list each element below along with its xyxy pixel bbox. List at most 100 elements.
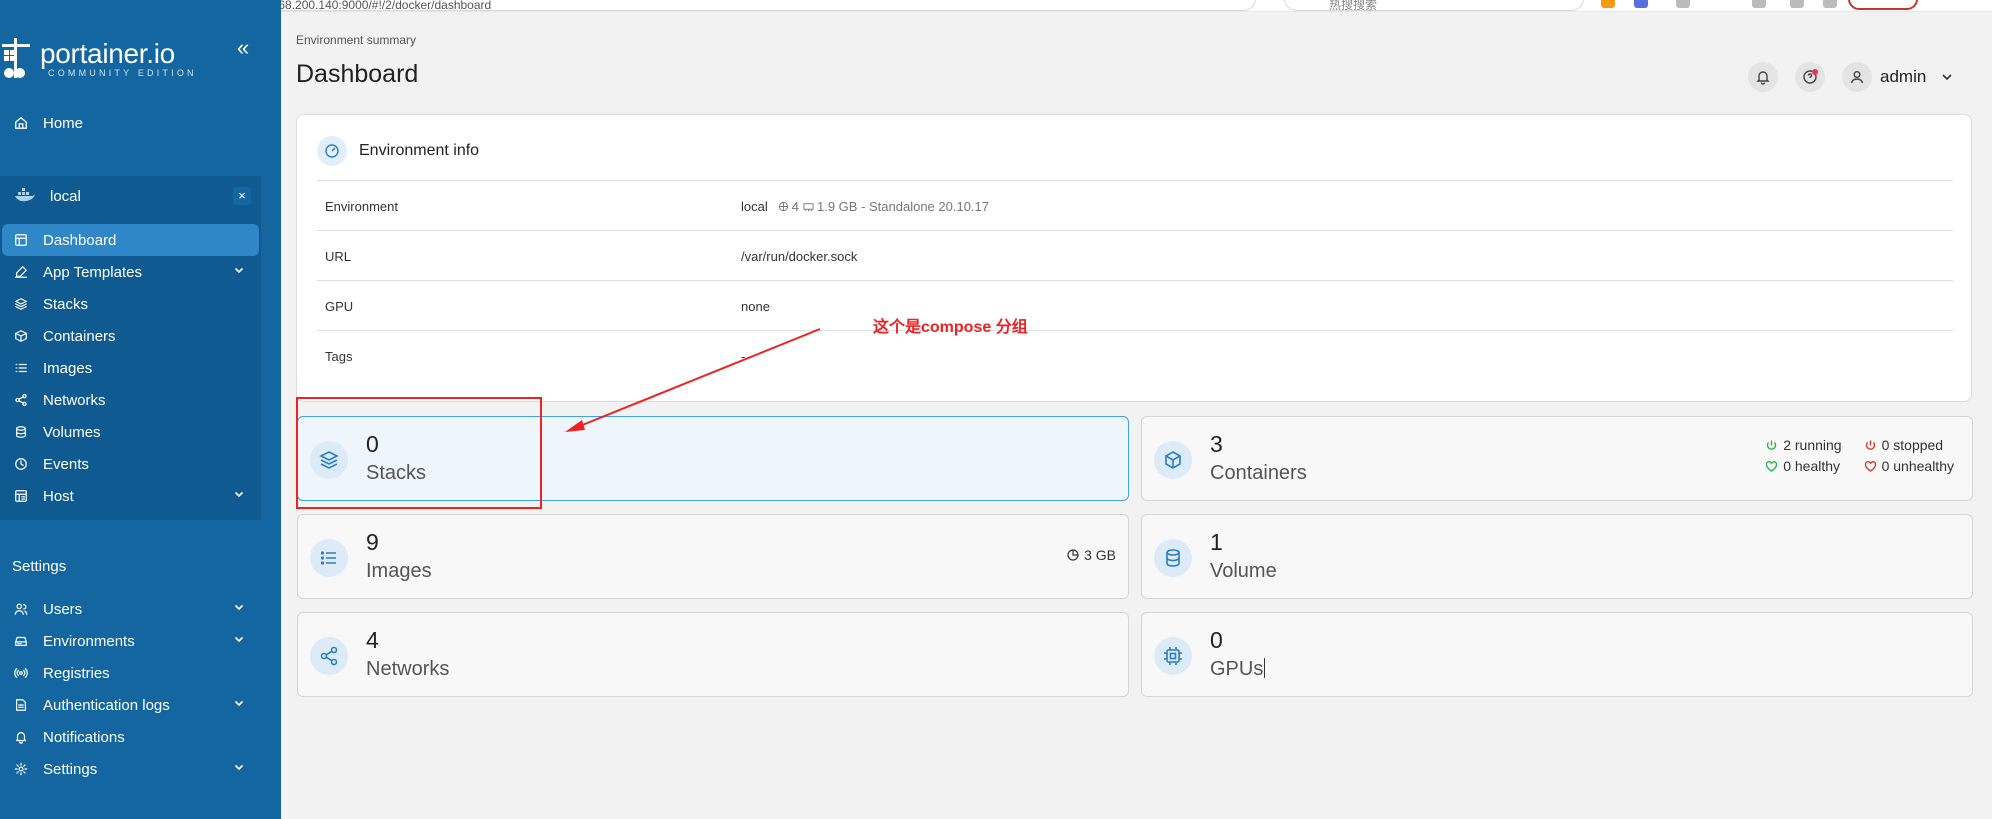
- environment-name: local: [50, 187, 81, 205]
- sidebar: portainer.io COMMUNITY EDITION « Home lo…: [0, 0, 281, 819]
- table-row: Tags -: [317, 330, 1953, 380]
- cpu-count: 4: [791, 199, 799, 214]
- sidebar-item-label: Stacks: [43, 295, 89, 313]
- page-title: Dashboard: [296, 60, 419, 88]
- docker-icon: [15, 188, 35, 202]
- sidebar-item-label: Images: [43, 359, 93, 377]
- list-icon: [310, 539, 348, 577]
- annotation-highlight-box: [296, 397, 542, 509]
- sidebar-item-stacks[interactable]: Stacks: [0, 288, 261, 320]
- browser-toolbar: 不安全 192.168.200.140:9000/#!/2/docker/das…: [0, 0, 1992, 12]
- row-value: local 4 1.9 GB - Standalone 20.10.17: [741, 199, 989, 214]
- running-text: 2 running: [1783, 437, 1842, 453]
- panel-title-text: Environment info: [359, 142, 480, 159]
- environments-icon: [15, 636, 27, 646]
- share-icon: [15, 393, 27, 407]
- images-count: 9: [366, 529, 379, 555]
- sidebar-item-label: Containers: [43, 327, 116, 345]
- memory-icon: [803, 203, 814, 212]
- sidebar-item-registries[interactable]: Registries: [0, 657, 261, 689]
- chevron-down-icon[interactable]: [233, 264, 245, 276]
- sidebar-item-environments[interactable]: Environments: [0, 625, 261, 657]
- gpus-card[interactable]: 0 GPUs: [1141, 612, 1973, 697]
- sidebar-item-label: Registries: [43, 664, 110, 682]
- notifications-button[interactable]: [1748, 62, 1778, 92]
- browser-search[interactable]: 热搜搜索: [1284, 0, 1584, 11]
- sidebar-item-label: Environments: [43, 632, 135, 650]
- sidebar-item-host[interactable]: Host: [0, 480, 261, 512]
- box-icon: [15, 330, 27, 342]
- extension-icon[interactable]: [1601, 0, 1615, 8]
- chevron-down-icon[interactable]: [233, 697, 245, 709]
- environment-header: local ×: [0, 176, 261, 216]
- chevron-down-icon[interactable]: [233, 633, 245, 645]
- text-cursor: [1264, 658, 1266, 678]
- extension-icon[interactable]: [1823, 0, 1837, 8]
- environment-value: local: [741, 199, 768, 214]
- sidebar-item-events[interactable]: Events: [0, 448, 261, 480]
- extension-icon[interactable]: [1790, 0, 1804, 8]
- containers-label: Containers: [1210, 462, 1307, 484]
- sidebar-item-networks[interactable]: Networks: [0, 384, 261, 416]
- sidebar-item-volumes[interactable]: Volumes: [0, 416, 261, 448]
- sidebar-item-label: Users: [43, 600, 83, 618]
- power-off-icon: [1865, 440, 1875, 450]
- collapse-sidebar-icon[interactable]: «: [230, 37, 256, 60]
- sidebar-item-dashboard[interactable]: Dashboard: [2, 224, 259, 256]
- list-icon: [15, 363, 27, 373]
- networks-card[interactable]: 4 Networks: [297, 612, 1129, 697]
- gauge-icon: [317, 136, 347, 166]
- sidebar-item-home[interactable]: Home: [14, 112, 264, 134]
- database-icon: [16, 426, 26, 438]
- sidebar-item-label: Authentication logs: [43, 696, 170, 714]
- sidebar-item-label: Home: [43, 114, 84, 132]
- sidebar-item-label: Networks: [43, 391, 106, 409]
- sidebar-item-label: Notifications: [43, 728, 125, 746]
- extension-icon[interactable]: [1634, 0, 1648, 8]
- container-stats: 2 running 0 stopped 0 healthy 0 unhealth…: [1765, 437, 1954, 474]
- address-bar[interactable]: 不安全 192.168.200.140:9000/#!/2/docker/das…: [128, 0, 1256, 11]
- gear-icon: [14, 762, 28, 776]
- networks-label: Networks: [366, 658, 450, 680]
- volumes-card[interactable]: 1 Volume: [1141, 514, 1973, 599]
- chevron-down-icon[interactable]: [233, 488, 245, 500]
- chevron-down-icon[interactable]: [233, 601, 245, 613]
- close-environment-icon[interactable]: ×: [233, 187, 251, 205]
- power-icon: [1767, 440, 1777, 450]
- radio-icon: [14, 668, 28, 678]
- sidebar-item-users[interactable]: Users: [0, 593, 261, 625]
- user-avatar[interactable]: [1842, 62, 1872, 92]
- volumes-count: 1: [1210, 529, 1223, 555]
- sidebar-item-label: Dashboard: [43, 231, 117, 249]
- host-icon: [15, 490, 27, 502]
- sidebar-item-authentication-logs[interactable]: Authentication logs: [0, 689, 261, 721]
- containers-count: 3: [1210, 431, 1223, 457]
- containers-card[interactable]: 3 Containers 2 running 0 stopped 0 healt…: [1141, 416, 1973, 501]
- chevron-down-icon[interactable]: [233, 761, 245, 773]
- row-value: /var/run/docker.sock: [741, 249, 858, 264]
- chevron-down-icon[interactable]: [1940, 70, 1954, 84]
- users-icon: [14, 603, 28, 615]
- stopped-stat: 0 stopped: [1864, 437, 1954, 453]
- help-button[interactable]: [1795, 62, 1825, 92]
- clock-icon: [15, 458, 27, 470]
- user-name[interactable]: admin: [1880, 67, 1926, 87]
- images-card[interactable]: 9 Images 3 GB: [297, 514, 1129, 599]
- profile-pill[interactable]: [1848, 0, 1918, 10]
- sidebar-item-label: Settings: [43, 760, 98, 778]
- environment-section: local × Dashboard App Templates Stacks Cont…: [0, 176, 261, 520]
- brand-name: portainer.io: [40, 38, 175, 69]
- sidebar-item-notifications[interactable]: Notifications: [0, 721, 261, 753]
- unhealthy-text: 0 unhealthy: [1881, 458, 1954, 474]
- brand-logo[interactable]: portainer.io COMMUNITY EDITION: [0, 34, 260, 82]
- sidebar-item-containers[interactable]: Containers: [0, 320, 261, 352]
- extension-icon[interactable]: [1752, 0, 1766, 8]
- extension-icon[interactable]: [1676, 0, 1690, 8]
- breadcrumb[interactable]: Environment summary: [296, 33, 416, 47]
- sidebar-item-images[interactable]: Images: [0, 352, 261, 384]
- bell-icon: [16, 732, 26, 744]
- sidebar-item-settings[interactable]: Settings: [0, 753, 261, 785]
- healthy-text: 0 healthy: [1783, 458, 1841, 474]
- stopped-text: 0 stopped: [1881, 437, 1944, 453]
- sidebar-item-app-templates[interactable]: App Templates: [0, 256, 261, 288]
